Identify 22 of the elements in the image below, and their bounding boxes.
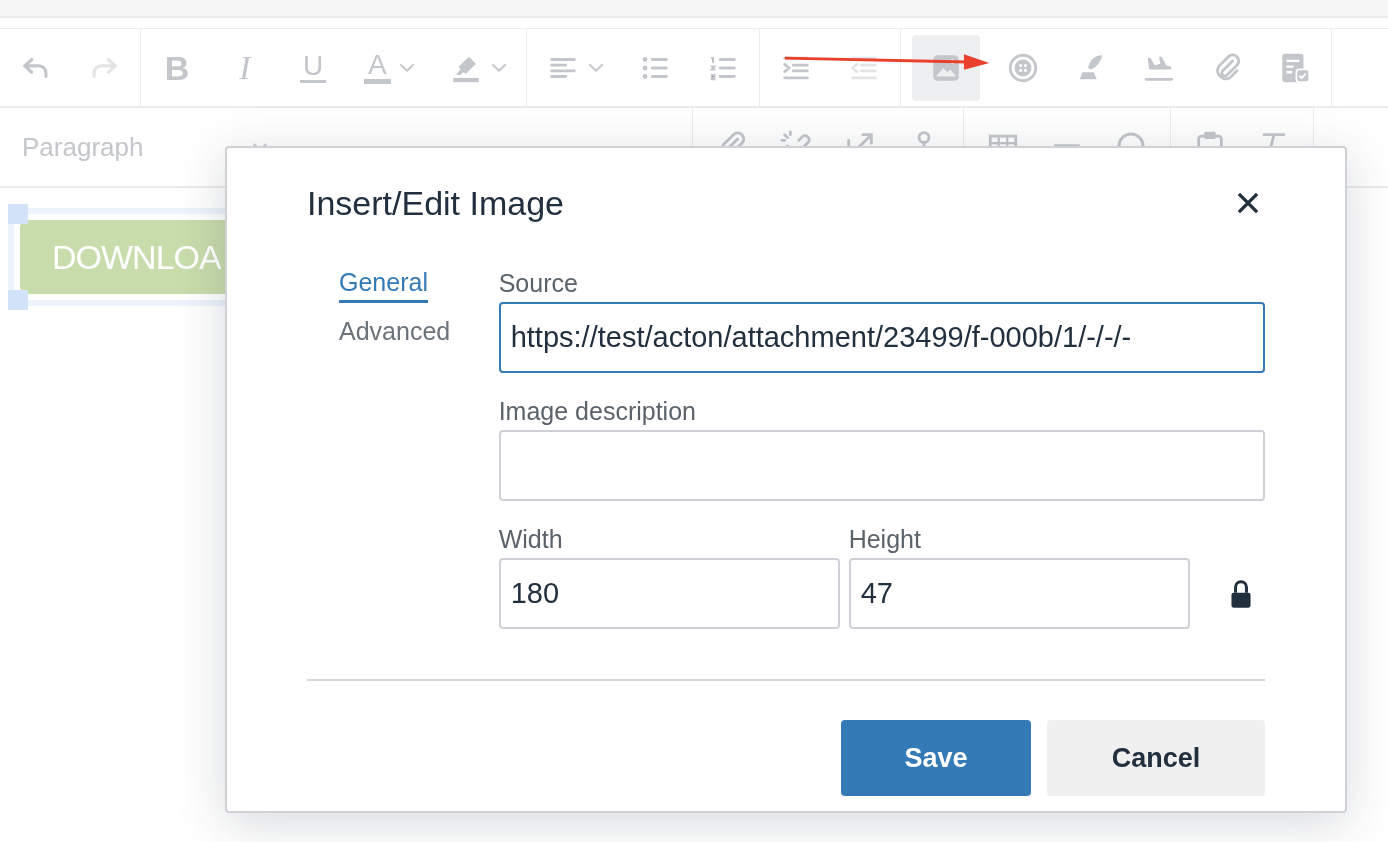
dialog-title: Insert/Edit Image xyxy=(307,183,564,223)
close-icon xyxy=(1235,190,1261,216)
caret-icon xyxy=(587,62,604,73)
field-label: Image description xyxy=(498,396,697,427)
resize-handle[interactable] xyxy=(8,204,28,224)
description-field[interactable] xyxy=(498,430,1265,501)
lock-icon xyxy=(1229,578,1252,609)
field-label: Height xyxy=(848,524,922,555)
caret-icon xyxy=(490,62,507,73)
caret-icon xyxy=(398,62,415,73)
source-field[interactable]: https://test/acton/attachment/23499/f-000b/1/-/-/- xyxy=(498,302,1265,373)
field-label: Source xyxy=(498,268,579,299)
dialog-tab[interactable]: Advanced xyxy=(339,317,451,352)
cancel-button[interactable]: Cancel xyxy=(1047,720,1265,796)
width-field[interactable]: 180 xyxy=(498,558,840,629)
field-label: Width xyxy=(498,524,564,555)
image-button[interactable] xyxy=(911,34,980,101)
broken-link-icon[interactable] xyxy=(779,129,813,146)
height-field[interactable]: 47 xyxy=(848,558,1190,629)
resize-handle[interactable] xyxy=(8,290,28,310)
dialog-tab[interactable]: General xyxy=(339,268,428,303)
save-button[interactable]: Save xyxy=(841,720,1031,796)
